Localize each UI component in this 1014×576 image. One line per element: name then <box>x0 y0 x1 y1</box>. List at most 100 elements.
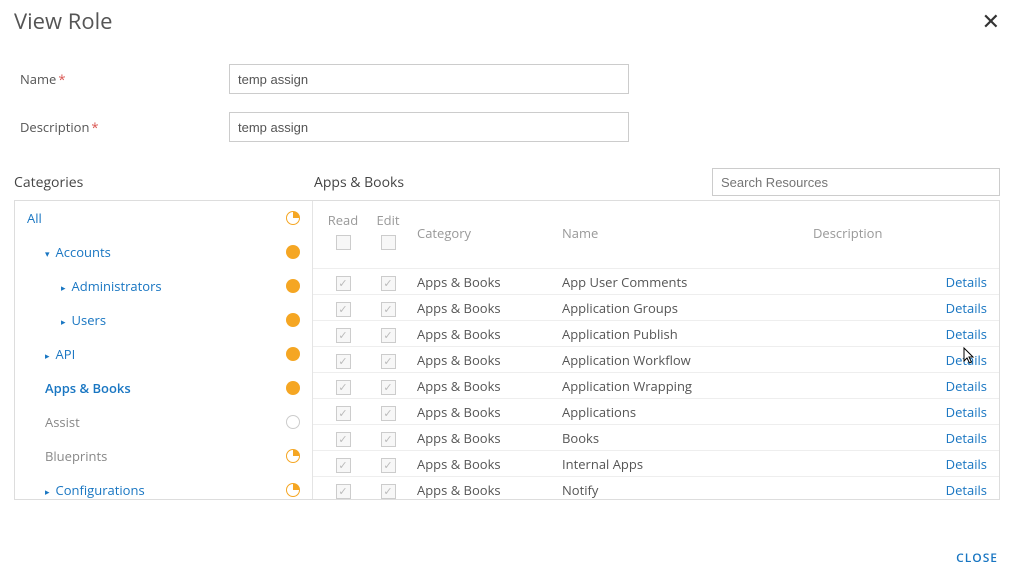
cell-name: Internal Apps <box>556 451 807 477</box>
edit-checkbox[interactable]: ✓ <box>381 406 396 421</box>
cell-category: Apps & Books <box>411 321 556 347</box>
cell-category: Apps & Books <box>411 425 556 451</box>
status-pie-icon <box>286 415 300 429</box>
categories-heading: Categories <box>14 173 314 192</box>
status-pie-icon <box>286 483 300 497</box>
cell-description <box>807 477 927 500</box>
details-link[interactable]: Details <box>946 351 987 369</box>
edit-checkbox[interactable]: ✓ <box>381 354 396 369</box>
col-description: Description <box>807 201 927 269</box>
details-link[interactable]: Details <box>946 325 987 343</box>
sidebar-item-label: Accounts <box>56 243 111 261</box>
cell-description <box>807 425 927 451</box>
read-checkbox[interactable]: ✓ <box>336 406 351 421</box>
chevron-right-icon: ▸ <box>61 281 66 294</box>
details-link[interactable]: Details <box>946 455 987 473</box>
details-link[interactable]: Details <box>946 429 987 447</box>
cell-category: Apps & Books <box>411 451 556 477</box>
table-row: ✓ ✓ Apps & BooksApplication Publish Details <box>313 321 999 347</box>
cell-description <box>807 373 927 399</box>
sidebar-item-label: Configurations <box>56 481 145 499</box>
sidebar-item-accounts[interactable]: ▾ Accounts <box>15 235 312 269</box>
cell-name: Application Groups <box>556 295 807 321</box>
details-link[interactable]: Details <box>946 377 987 395</box>
read-checkbox[interactable]: ✓ <box>336 354 351 369</box>
sidebar-item-assist[interactable]: Assist <box>15 405 312 439</box>
cell-category: Apps & Books <box>411 347 556 373</box>
cell-name: Notify <box>556 477 807 500</box>
sidebar-item-api[interactable]: ▸API <box>15 337 312 371</box>
cell-category: Apps & Books <box>411 373 556 399</box>
edit-all-checkbox[interactable] <box>381 235 396 250</box>
read-checkbox[interactable]: ✓ <box>336 328 351 343</box>
read-checkbox[interactable]: ✓ <box>336 302 351 317</box>
read-checkbox[interactable]: ✓ <box>336 276 351 291</box>
chevron-right-icon: ▸ <box>61 315 66 328</box>
cell-category: Apps & Books <box>411 477 556 500</box>
table-row: ✓ ✓ Apps & BooksApplication Wrapping Detail… <box>313 373 999 399</box>
categories-sidebar[interactable]: All ▾ Accounts ▸ Administrators ▸Users▸API App… <box>15 201 313 499</box>
cell-name: Application Publish <box>556 321 807 347</box>
details-link[interactable]: Details <box>946 299 987 317</box>
sidebar-item-configurations[interactable]: ▸ Configurations <box>15 473 312 499</box>
sidebar-item-apps-books[interactable]: Apps & Books <box>15 371 312 405</box>
table-row: ✓ ✓ Apps & BooksApplication Groups Details <box>313 295 999 321</box>
details-link[interactable]: Details <box>946 481 987 499</box>
description-label: Description* <box>14 118 229 136</box>
cell-description <box>807 347 927 373</box>
edit-checkbox[interactable]: ✓ <box>381 484 396 499</box>
edit-checkbox[interactable]: ✓ <box>381 276 396 291</box>
status-pie-icon <box>286 313 300 327</box>
cell-name: Application Wrapping <box>556 373 807 399</box>
table-row: ✓ ✓ Apps & BooksNotify Details <box>313 477 999 500</box>
edit-checkbox[interactable]: ✓ <box>381 302 396 317</box>
cell-name: Books <box>556 425 807 451</box>
read-checkbox[interactable]: ✓ <box>336 458 351 473</box>
cell-description <box>807 399 927 425</box>
resources-table-area[interactable]: Read Edit Category Name Description ✓✓Ap… <box>313 201 999 499</box>
details-link[interactable]: Details <box>946 273 987 291</box>
edit-checkbox[interactable]: ✓ <box>381 458 396 473</box>
edit-checkbox[interactable]: ✓ <box>381 328 396 343</box>
page-title: View Role <box>14 6 113 36</box>
cell-name: Application Workflow <box>556 347 807 373</box>
cell-category: Apps & Books <box>411 269 556 295</box>
close-icon[interactable]: ✕ <box>982 6 1000 36</box>
cell-description <box>807 451 927 477</box>
sidebar-item-label: Apps & Books <box>45 379 131 397</box>
table-row: ✓✓Apps & BooksApplicationsDetails <box>313 399 999 425</box>
read-checkbox[interactable]: ✓ <box>336 380 351 395</box>
description-field[interactable] <box>229 112 629 142</box>
cell-category: Apps & Books <box>411 295 556 321</box>
details-link[interactable]: Details <box>946 403 987 421</box>
table-row: ✓ ✓ Apps & BooksBooks Details <box>313 425 999 451</box>
status-pie-icon <box>286 381 300 395</box>
cell-category: Apps & Books <box>411 399 556 425</box>
chevron-down-icon: ▾ <box>45 247 50 260</box>
sidebar-item-label: All <box>27 209 42 227</box>
sidebar-item-users[interactable]: ▸Users <box>15 303 312 337</box>
status-pie-icon <box>286 211 300 225</box>
sidebar-item-label: Assist <box>45 413 80 431</box>
cell-description <box>807 295 927 321</box>
name-label: Name* <box>14 70 229 88</box>
read-all-checkbox[interactable] <box>336 235 351 250</box>
close-button[interactable]: CLOSE <box>956 549 998 566</box>
edit-checkbox[interactable]: ✓ <box>381 432 396 447</box>
status-pie-icon <box>286 245 300 259</box>
sidebar-item-administrators[interactable]: ▸ Administrators <box>15 269 312 303</box>
sidebar-item-label: Administrators <box>72 277 162 295</box>
chevron-right-icon: ▸ <box>45 485 50 498</box>
status-pie-icon <box>286 449 300 463</box>
sidebar-item-blueprints[interactable]: Blueprints <box>15 439 312 473</box>
apps-books-heading: Apps & Books <box>314 173 712 192</box>
read-checkbox[interactable]: ✓ <box>336 432 351 447</box>
edit-checkbox[interactable]: ✓ <box>381 380 396 395</box>
name-field[interactable] <box>229 64 629 94</box>
sidebar-item-all[interactable]: All <box>15 201 312 235</box>
read-checkbox[interactable]: ✓ <box>336 484 351 499</box>
search-input[interactable] <box>712 168 1000 196</box>
cell-description <box>807 269 927 295</box>
col-name: Name <box>556 201 807 269</box>
table-row: ✓ ✓ Apps & BooksInternal Apps Details <box>313 451 999 477</box>
